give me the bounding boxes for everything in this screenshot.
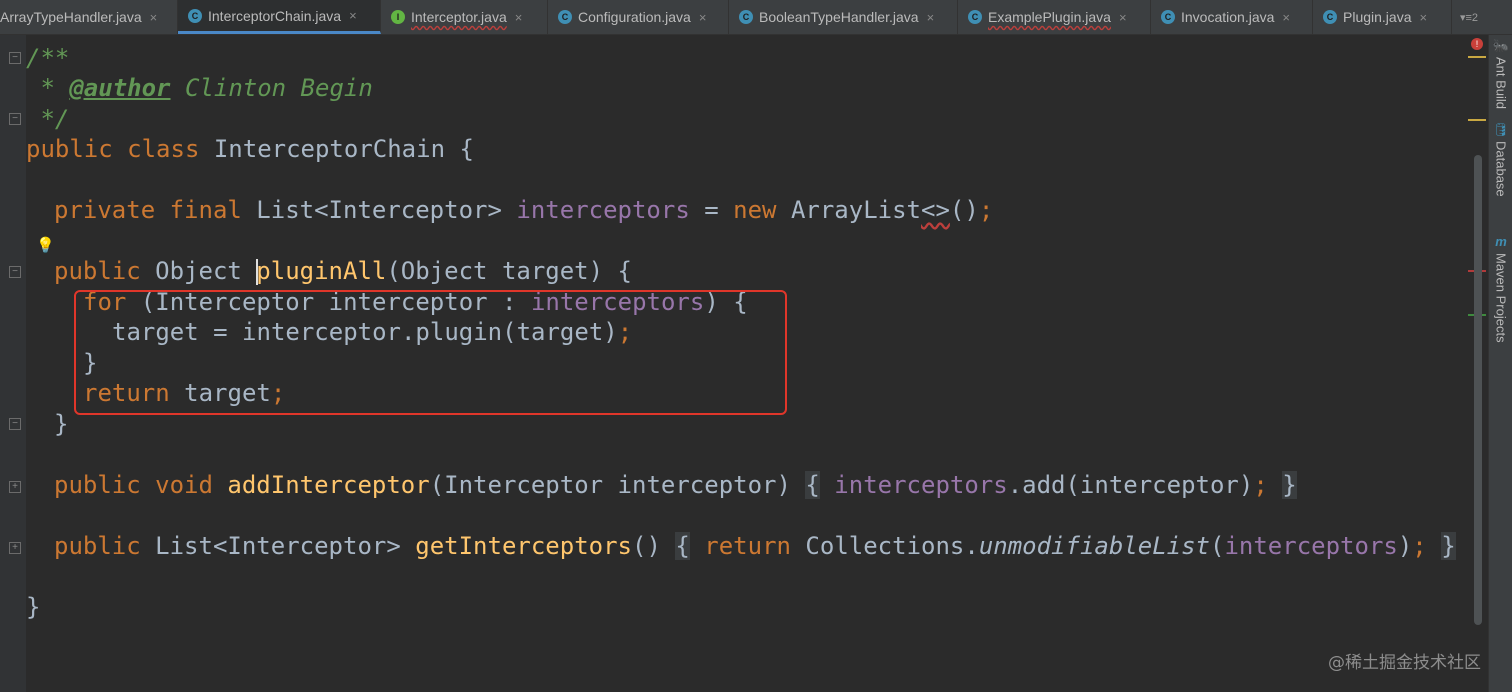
code-line: private final List<Interceptor> intercep… xyxy=(54,196,994,224)
tab-configuration[interactable]: C Configuration.java × xyxy=(548,0,729,34)
tab-plugin[interactable]: C Plugin.java × xyxy=(1313,0,1452,34)
tab-label: Plugin.java xyxy=(1343,9,1412,25)
code-line: */ xyxy=(26,105,70,133)
tab-exampleplugin[interactable]: C ExamplePlugin.java × xyxy=(958,0,1151,34)
code-line: public void addInterceptor(Interceptor i… xyxy=(54,471,1297,499)
warning-marker[interactable] xyxy=(1468,119,1486,121)
fold-minus-icon[interactable]: − xyxy=(9,113,21,125)
tool-label: Maven Projects xyxy=(1493,253,1509,343)
tab-interceptorchain[interactable]: C InterceptorChain.java × xyxy=(178,0,381,34)
class-icon: C xyxy=(1323,10,1337,24)
watermark: @稀土掘金技术社区 xyxy=(1328,653,1481,673)
tab-close-icon[interactable]: × xyxy=(1282,10,1290,25)
tab-invocation[interactable]: C Invocation.java × xyxy=(1151,0,1313,34)
code-line: * @author Clinton Begin xyxy=(26,74,373,102)
tab-close-icon[interactable]: × xyxy=(515,10,523,25)
warning-marker[interactable] xyxy=(1468,56,1486,58)
class-icon: C xyxy=(1161,10,1175,24)
tab-label: ArrayTypeHandler.java xyxy=(0,9,142,25)
code-line: public Object pluginAll(Object target) { xyxy=(54,257,632,285)
error-indicator-icon[interactable]: ! xyxy=(1471,38,1483,50)
class-icon: C xyxy=(739,10,753,24)
tab-arraytypehandler[interactable]: ArrayTypeHandler.java × xyxy=(0,0,178,34)
fold-minus-icon[interactable]: − xyxy=(9,266,21,278)
code-line: public class InterceptorChain { xyxy=(26,135,474,163)
code-line: public List<Interceptor> getInterceptors… xyxy=(54,532,1456,560)
fold-plus-icon[interactable]: + xyxy=(9,542,21,554)
tab-interceptor[interactable]: I Interceptor.java × xyxy=(381,0,548,34)
interface-icon: I xyxy=(391,10,405,24)
fold-minus-icon[interactable]: − xyxy=(9,52,21,64)
fold-plus-icon[interactable]: + xyxy=(9,481,21,493)
tab-label: Invocation.java xyxy=(1181,9,1275,25)
tab-label: BooleanTypeHandler.java xyxy=(759,9,919,25)
tool-ant-build[interactable]: 🐜 Ant Build xyxy=(1489,38,1512,110)
tab-booleantypehandler[interactable]: C BooleanTypeHandler.java × xyxy=(729,0,958,34)
editor-tab-bar: ArrayTypeHandler.java × C InterceptorCha… xyxy=(0,0,1512,35)
tool-label: Database xyxy=(1493,141,1509,197)
tab-label: ExamplePlugin.java xyxy=(988,9,1111,25)
tab-close-icon[interactable]: × xyxy=(927,10,935,25)
maven-icon: m xyxy=(1495,234,1507,249)
tab-close-icon[interactable]: × xyxy=(1119,10,1127,25)
tab-label: InterceptorChain.java xyxy=(208,7,342,24)
tool-database[interactable]: 🛢 Database xyxy=(1489,123,1512,197)
tab-close-icon[interactable]: × xyxy=(150,10,158,25)
highlight-box xyxy=(74,290,787,415)
code-line: } xyxy=(26,593,41,621)
tool-label: Ant Build xyxy=(1493,57,1509,110)
tab-close-icon[interactable]: × xyxy=(1420,10,1428,25)
tab-close-icon[interactable]: × xyxy=(349,8,357,23)
class-icon: C xyxy=(558,10,572,24)
ant-icon: 🐜 xyxy=(1492,38,1510,53)
class-icon: C xyxy=(188,8,202,23)
tool-maven-projects[interactable]: m Maven Projects xyxy=(1489,235,1512,343)
editor-gutter: − − − − + + xyxy=(0,35,26,692)
tabs-overflow-button[interactable]: ▾≡2 xyxy=(1452,0,1486,34)
code-line: } xyxy=(54,410,69,438)
class-icon: C xyxy=(968,10,982,24)
database-icon: 🛢 xyxy=(1492,122,1510,137)
tab-close-icon[interactable]: × xyxy=(699,10,707,25)
tab-label: Configuration.java xyxy=(578,9,691,25)
vertical-scrollbar[interactable] xyxy=(1474,155,1482,625)
code-line: /** xyxy=(26,44,70,72)
right-tool-strip: 🐜 Ant Build 🛢 Database m Maven Projects xyxy=(1488,35,1512,692)
tab-label: Interceptor.java xyxy=(411,9,507,25)
fold-minus-icon[interactable]: − xyxy=(9,418,21,430)
